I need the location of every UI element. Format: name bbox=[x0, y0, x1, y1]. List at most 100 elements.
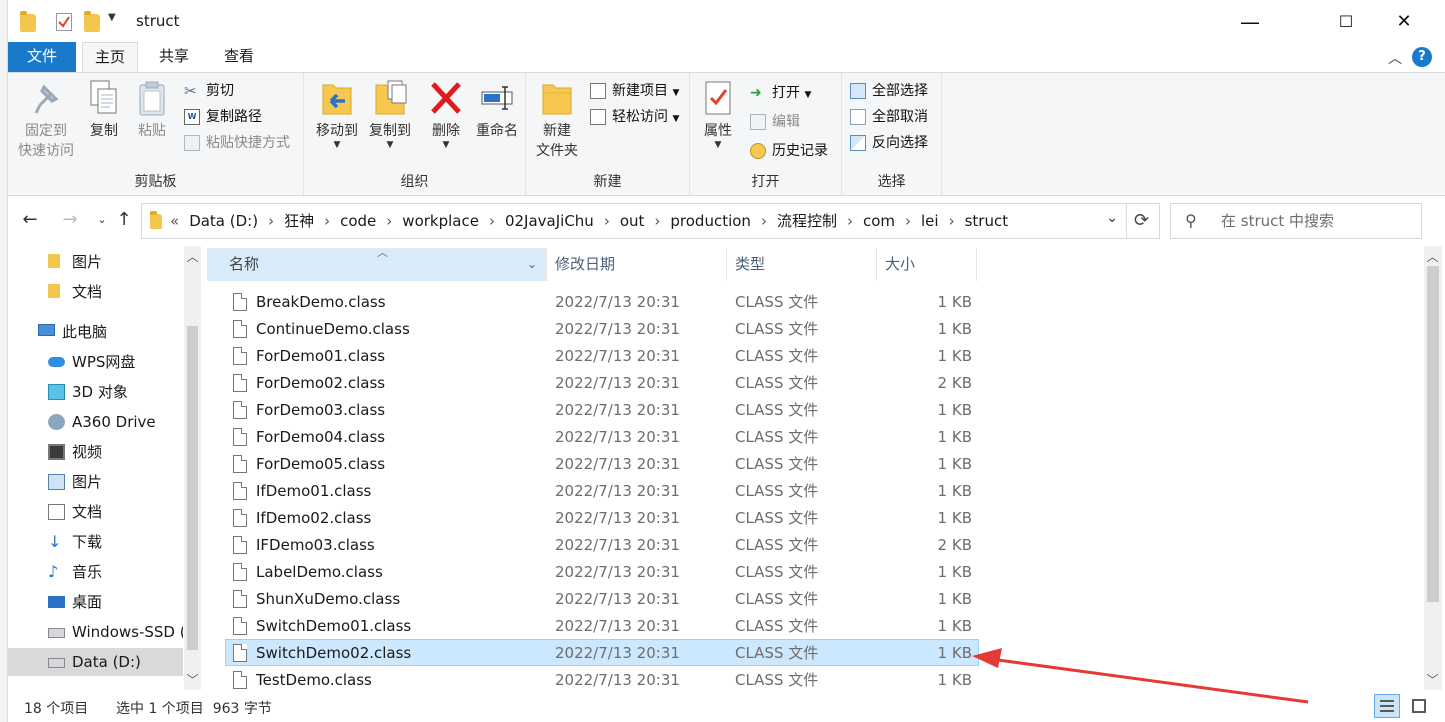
nav-item[interactable]: Data (D:) bbox=[8, 648, 183, 676]
nav-item[interactable]: 文档 bbox=[8, 498, 183, 526]
maximize-button[interactable]: ☐ bbox=[1326, 8, 1366, 36]
file-row[interactable]: BreakDemo.class 2022/7/13 20:31 CLASS 文件 1 … bbox=[225, 288, 979, 315]
file-row[interactable]: ShunXuDemo.class 2022/7/13 20:31 CLASS 文件 1… bbox=[225, 585, 979, 612]
file-row[interactable]: ContinueDemo.class 2022/7/13 20:31 CLASS 文… bbox=[225, 315, 979, 342]
nav-item[interactable]: 文档 bbox=[8, 278, 183, 306]
breadcrumb-item[interactable]: 02JavaJiChu bbox=[505, 212, 594, 230]
nav-item[interactable]: A360 Drive bbox=[8, 408, 183, 436]
file-row[interactable]: ForDemo02.class 2022/7/13 20:31 CLASS 文件 2 … bbox=[225, 369, 979, 396]
open-button[interactable]: ➜ 打开 ▼ bbox=[748, 81, 811, 105]
collapse-ribbon-icon[interactable]: ︿ bbox=[1388, 48, 1402, 68]
breadcrumb-item[interactable]: 狂神 bbox=[284, 212, 314, 230]
breadcrumb-overflow-icon[interactable]: « bbox=[170, 212, 179, 230]
nav-item[interactable]: 图片 bbox=[8, 248, 183, 276]
file-list-scrollbar[interactable]: ︿ ﹀ bbox=[1424, 246, 1442, 690]
breadcrumb-separator-icon[interactable]: › bbox=[949, 212, 955, 230]
file-row[interactable]: SwitchDemo01.class 2022/7/13 20:31 CLASS 文… bbox=[225, 612, 979, 639]
column-header-size[interactable]: 大小 bbox=[877, 248, 977, 281]
breadcrumb-separator-icon[interactable]: › bbox=[324, 212, 330, 230]
recent-locations-chevron-icon[interactable]: ⌄ bbox=[90, 208, 114, 232]
nav-scroll-thumb[interactable] bbox=[187, 326, 198, 650]
file-row[interactable]: ForDemo03.class 2022/7/13 20:31 CLASS 文件 1 … bbox=[225, 396, 979, 423]
properties-button[interactable]: 属性 ▼ bbox=[698, 79, 738, 150]
copy-path-button[interactable]: W 复制路径 bbox=[182, 105, 262, 129]
file-row[interactable]: ForDemo05.class 2022/7/13 20:31 CLASS 文件 1 … bbox=[225, 450, 979, 477]
file-row[interactable]: IfDemo01.class 2022/7/13 20:31 CLASS 文件 1 K… bbox=[225, 477, 979, 504]
nav-item[interactable]: 此电脑 bbox=[8, 318, 183, 346]
details-view-button[interactable] bbox=[1374, 694, 1400, 718]
breadcrumb-item[interactable]: code bbox=[340, 212, 376, 230]
file-row[interactable]: ForDemo04.class 2022/7/13 20:31 CLASS 文件 1 … bbox=[225, 423, 979, 450]
scroll-up-icon[interactable]: ︿ bbox=[1424, 248, 1441, 265]
file-row[interactable]: SwitchDemo02.class 2022/7/13 20:31 CLASS 文… bbox=[225, 639, 979, 666]
properties-quick-icon[interactable] bbox=[56, 13, 72, 31]
file-row[interactable]: ForDemo01.class 2022/7/13 20:31 CLASS 文件 1 … bbox=[225, 342, 979, 369]
breadcrumb-separator-icon[interactable]: › bbox=[268, 212, 274, 230]
select-none-button[interactable]: 全部取消 bbox=[848, 105, 928, 129]
breadcrumb-separator-icon[interactable]: › bbox=[905, 212, 911, 230]
cut-button[interactable]: ✂ 剪切 bbox=[182, 79, 234, 103]
copy-button[interactable]: 复制 bbox=[84, 79, 124, 141]
search-box[interactable]: ⚲ 在 struct 中搜索 bbox=[1170, 203, 1422, 239]
file-list-scroll-thumb[interactable] bbox=[1427, 266, 1439, 602]
file-row[interactable]: IFDemo03.class 2022/7/13 20:31 CLASS 文件 2 K… bbox=[225, 531, 979, 558]
nav-item[interactable]: 视频 bbox=[8, 438, 183, 466]
breadcrumb-separator-icon[interactable]: › bbox=[761, 212, 767, 230]
nav-item[interactable]: WPS网盘 bbox=[8, 348, 183, 376]
address-bar[interactable]: « Data (D:) › 狂神 › code › workplace › 02JavaJiChu… bbox=[141, 203, 1127, 239]
breadcrumb-item[interactable]: com bbox=[863, 212, 895, 230]
nav-item[interactable]: 桌面 bbox=[8, 588, 183, 616]
delete-button[interactable]: 删除 ▼ bbox=[426, 79, 466, 150]
select-all-button[interactable]: 全部选择 bbox=[848, 79, 928, 103]
edit-button[interactable]: 编辑 bbox=[748, 110, 800, 134]
nav-item[interactable]: ♪ 音乐 bbox=[8, 558, 183, 586]
new-folder-button[interactable]: 新建 文件夹 bbox=[534, 79, 580, 161]
column-header-type[interactable]: 类型 bbox=[727, 248, 877, 281]
invert-selection-button[interactable]: 反向选择 bbox=[848, 131, 928, 155]
large-icons-view-button[interactable] bbox=[1406, 694, 1432, 718]
tab-share[interactable]: 共享 bbox=[148, 42, 200, 72]
nav-item[interactable]: Windows-SSD ( bbox=[8, 618, 183, 646]
minimize-button[interactable]: — bbox=[1230, 8, 1270, 36]
breadcrumb-item[interactable]: production bbox=[670, 212, 751, 230]
breadcrumb-item[interactable]: out bbox=[620, 212, 645, 230]
breadcrumb-item[interactable]: Data (D:) bbox=[189, 212, 258, 230]
breadcrumb-item[interactable]: 流程控制 bbox=[777, 212, 837, 230]
nav-pane-scrollbar[interactable]: ︿ ﹀ bbox=[184, 246, 201, 690]
new-item-button[interactable]: 新建项目 ▼ bbox=[588, 79, 679, 103]
forward-arrow-icon[interactable]: → bbox=[58, 208, 82, 232]
search-input[interactable]: 在 struct 中搜索 bbox=[1221, 204, 1334, 238]
nav-item[interactable]: 图片 bbox=[8, 468, 183, 496]
column-filter-chevron-icon[interactable]: ⌄ bbox=[527, 248, 537, 281]
pin-quick-access-button[interactable]: 固定到 快速访问 bbox=[14, 79, 78, 161]
paste-button[interactable]: 粘贴 bbox=[132, 79, 172, 141]
file-row[interactable]: LabelDemo.class 2022/7/13 20:31 CLASS 文件 1 … bbox=[225, 558, 979, 585]
breadcrumb-item[interactable]: struct bbox=[965, 212, 1009, 230]
history-button[interactable]: 历史记录 bbox=[748, 139, 828, 163]
breadcrumb-item[interactable]: lei bbox=[921, 212, 939, 230]
copy-to-button[interactable]: 复制到 ▼ bbox=[364, 79, 416, 150]
rename-button[interactable]: 重命名 bbox=[472, 79, 522, 141]
scroll-down-icon[interactable]: ﹀ bbox=[184, 671, 201, 688]
file-row[interactable]: TestDemo.class 2022/7/13 20:31 CLASS 文件 1 K… bbox=[225, 666, 979, 693]
breadcrumb-separator-icon[interactable]: › bbox=[386, 212, 392, 230]
refresh-button[interactable]: ⟳ bbox=[1124, 203, 1160, 239]
breadcrumb-separator-icon[interactable]: › bbox=[604, 212, 610, 230]
column-header-name[interactable]: ︿ 名称 ⌄ bbox=[207, 246, 547, 281]
breadcrumb-item[interactable]: workplace bbox=[402, 212, 479, 230]
move-to-button[interactable]: 移动到 ▼ bbox=[312, 79, 362, 150]
up-arrow-icon[interactable]: ↑ bbox=[112, 208, 136, 232]
nav-item[interactable]: 3D 对象 bbox=[8, 378, 183, 406]
tab-view[interactable]: 查看 bbox=[214, 42, 264, 72]
breadcrumb-separator-icon[interactable]: › bbox=[654, 212, 660, 230]
quick-access-dropdown-icon[interactable]: ▼ bbox=[108, 12, 124, 30]
breadcrumb-separator-icon[interactable]: › bbox=[489, 212, 495, 230]
breadcrumb-separator-icon[interactable]: › bbox=[847, 212, 853, 230]
nav-item[interactable]: ↓ 下载 bbox=[8, 528, 183, 556]
file-row[interactable]: IfDemo02.class 2022/7/13 20:31 CLASS 文件 1 K… bbox=[225, 504, 979, 531]
address-history-chevron-icon[interactable]: ⌄ bbox=[1106, 210, 1118, 226]
new-folder-quick-icon[interactable] bbox=[84, 11, 100, 32]
easy-access-button[interactable]: 轻松访问 ▼ bbox=[588, 105, 679, 129]
back-arrow-icon[interactable]: ← bbox=[18, 208, 42, 232]
tab-home[interactable]: 主页 bbox=[82, 42, 138, 73]
